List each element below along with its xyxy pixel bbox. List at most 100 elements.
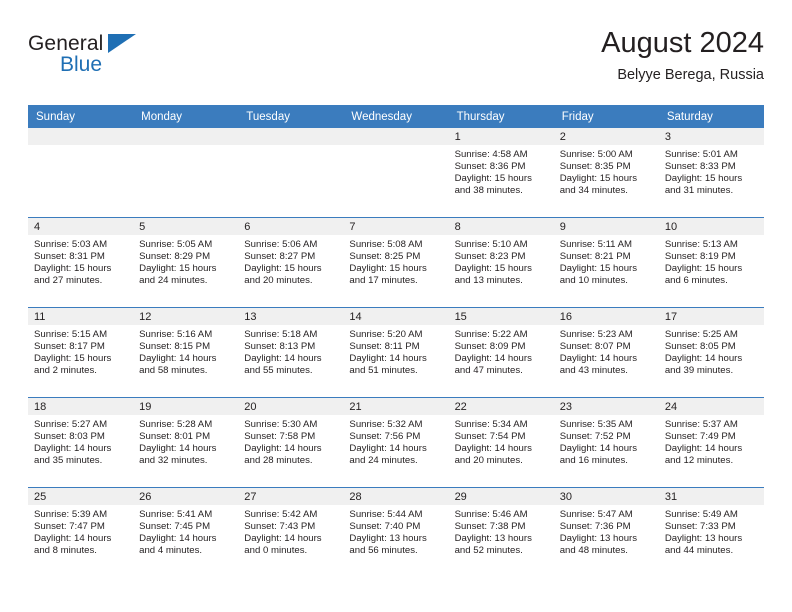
- day-detail-daylight2: and 2 minutes.: [34, 365, 97, 377]
- day-detail-daylight2: and 32 minutes.: [139, 455, 208, 467]
- calendar-day-cell[interactable]: 30 Sunrise: 5:47 AM Sunset: 7:36 PM Dayligh…: [553, 487, 659, 577]
- day-detail-sunrise: Sunrise: 5:15 AM: [34, 329, 108, 340]
- day-detail-daylight1: Daylight: 14 hours: [139, 443, 217, 455]
- calendar-day-cell[interactable]: 6 Sunrise: 5:06 AM Sunset: 8:27 PM Daylight…: [238, 217, 344, 308]
- calendar-week-row: 1 Sunrise: 4:58 AM Sunset: 8:36 PM Daylight…: [28, 128, 764, 218]
- day-detail-daylight2: and 24 minutes.: [139, 275, 208, 287]
- day-detail-daylight1: Daylight: 15 hours: [559, 263, 638, 275]
- day-details: Sunrise: 5:08 AM Sunset: 8:25 PM Daylight:…: [343, 235, 448, 287]
- day-number: 18: [28, 398, 134, 415]
- calendar-day-cell[interactable]: 12 Sunrise: 5:16 AM Sunset: 8:15 PM Dayligh…: [133, 307, 239, 398]
- day-detail-daylight2: and 58 minutes.: [139, 365, 208, 377]
- day-number: 21: [343, 398, 449, 415]
- weekday-header-row: Sunday Monday Tuesday Wednesday Thursday…: [28, 105, 764, 128]
- day-detail-sunrise: Sunrise: 5:25 AM: [664, 329, 738, 340]
- weekday-header-thursday: Thursday: [448, 105, 554, 128]
- day-detail-daylight1: Daylight: 15 hours: [34, 353, 112, 365]
- day-detail-daylight1: Daylight: 14 hours: [244, 533, 322, 545]
- day-detail-daylight2: and 28 minutes.: [244, 455, 313, 467]
- calendar-day-cell[interactable]: 3 Sunrise: 5:01 AM Sunset: 8:33 PM Daylight…: [658, 128, 764, 218]
- weekday-header-saturday: Saturday: [658, 105, 764, 128]
- day-number: [343, 128, 449, 145]
- day-detail-sunrise: Sunrise: 5:30 AM: [244, 419, 318, 430]
- day-detail-sunrise: Sunrise: 5:42 AM: [244, 509, 318, 520]
- day-detail-daylight2: and 20 minutes.: [454, 455, 523, 467]
- calendar-day-cell[interactable]: 10 Sunrise: 5:13 AM Sunset: 8:19 PM Dayligh…: [658, 217, 764, 308]
- day-detail-sunrise: Sunrise: 5:34 AM: [454, 419, 528, 430]
- day-detail-sunrise: Sunrise: 5:11 AM: [559, 239, 633, 250]
- calendar-day-cell[interactable]: 11 Sunrise: 5:15 AM Sunset: 8:17 PM Dayligh…: [28, 307, 134, 398]
- weekday-header-sunday: Sunday: [28, 105, 134, 128]
- calendar-day-cell[interactable]: 25 Sunrise: 5:39 AM Sunset: 7:47 PM Dayligh…: [28, 487, 134, 577]
- day-detail-daylight1: Daylight: 15 hours: [454, 263, 532, 275]
- day-detail-daylight1: Daylight: 13 hours: [664, 533, 743, 545]
- day-detail-daylight1: Daylight: 14 hours: [454, 353, 532, 365]
- calendar-table: Sunday Monday Tuesday Wednesday Thursday…: [28, 105, 764, 577]
- day-detail-sunrise: Sunrise: 5:27 AM: [34, 419, 108, 430]
- calendar-cell-empty: [28, 128, 134, 218]
- day-detail-sunset: Sunset: 7:49 PM: [664, 431, 736, 443]
- day-number: 28: [343, 488, 449, 505]
- calendar-day-cell[interactable]: 17 Sunrise: 5:25 AM Sunset: 8:05 PM Dayligh…: [658, 307, 764, 398]
- day-detail-sunrise: Sunrise: 5:37 AM: [664, 419, 738, 430]
- calendar-day-cell[interactable]: 1 Sunrise: 4:58 AM Sunset: 8:36 PM Daylight…: [448, 128, 554, 218]
- day-detail-sunrise: Sunrise: 5:46 AM: [454, 509, 528, 520]
- day-detail-sunset: Sunset: 8:05 PM: [664, 341, 736, 353]
- calendar-day-cell[interactable]: 21 Sunrise: 5:32 AM Sunset: 7:56 PM Dayligh…: [343, 397, 449, 488]
- day-detail-daylight1: Daylight: 14 hours: [139, 353, 217, 365]
- calendar-day-cell[interactable]: 19 Sunrise: 5:28 AM Sunset: 8:01 PM Dayligh…: [133, 397, 239, 488]
- calendar-day-cell[interactable]: 24 Sunrise: 5:37 AM Sunset: 7:49 PM Dayligh…: [658, 397, 764, 488]
- day-number: 4: [28, 218, 134, 235]
- day-details: Sunrise: 5:11 AM Sunset: 8:21 PM Daylight:…: [554, 235, 659, 287]
- calendar-day-cell[interactable]: 4 Sunrise: 5:03 AM Sunset: 8:31 PM Daylight…: [28, 217, 134, 308]
- calendar-day-cell[interactable]: 29 Sunrise: 5:46 AM Sunset: 7:38 PM Dayligh…: [448, 487, 554, 577]
- day-number: 24: [658, 398, 764, 415]
- calendar-day-cell[interactable]: 16 Sunrise: 5:23 AM Sunset: 8:07 PM Dayligh…: [553, 307, 659, 398]
- calendar-day-cell[interactable]: 27 Sunrise: 5:42 AM Sunset: 7:43 PM Dayligh…: [238, 487, 344, 577]
- day-detail-sunset: Sunset: 7:54 PM: [454, 431, 526, 443]
- calendar-day-cell[interactable]: 31 Sunrise: 5:49 AM Sunset: 7:33 PM Dayligh…: [658, 487, 764, 577]
- day-details: Sunrise: 5:42 AM Sunset: 7:43 PM Daylight:…: [238, 505, 343, 557]
- day-number: 1: [448, 128, 554, 145]
- day-detail-sunset: Sunset: 8:07 PM: [559, 341, 631, 353]
- day-details: Sunrise: 5:00 AM Sunset: 8:35 PM Daylight:…: [554, 145, 659, 197]
- calendar-day-cell[interactable]: 8 Sunrise: 5:10 AM Sunset: 8:23 PM Daylight…: [448, 217, 554, 308]
- calendar-day-cell[interactable]: 28 Sunrise: 5:44 AM Sunset: 7:40 PM Dayligh…: [343, 487, 449, 577]
- calendar-day-cell[interactable]: 20 Sunrise: 5:30 AM Sunset: 7:58 PM Dayligh…: [238, 397, 344, 488]
- day-detail-sunrise: Sunrise: 5:49 AM: [664, 509, 738, 520]
- calendar-day-cell[interactable]: 23 Sunrise: 5:35 AM Sunset: 7:52 PM Dayligh…: [553, 397, 659, 488]
- calendar-day-cell[interactable]: 26 Sunrise: 5:41 AM Sunset: 7:45 PM Dayligh…: [133, 487, 239, 577]
- calendar-day-cell[interactable]: 14 Sunrise: 5:20 AM Sunset: 8:11 PM Dayligh…: [343, 307, 449, 398]
- day-number: 26: [133, 488, 239, 505]
- day-detail-sunset: Sunset: 7:33 PM: [664, 521, 736, 533]
- day-detail-sunset: Sunset: 8:17 PM: [34, 341, 105, 353]
- calendar-day-cell[interactable]: 15 Sunrise: 5:22 AM Sunset: 8:09 PM Dayligh…: [448, 307, 554, 398]
- calendar-day-cell[interactable]: 2 Sunrise: 5:00 AM Sunset: 8:35 PM Daylight…: [553, 128, 659, 218]
- calendar-day-cell[interactable]: 9 Sunrise: 5:11 AM Sunset: 8:21 PM Daylight…: [553, 217, 659, 308]
- day-details: Sunrise: 5:46 AM Sunset: 7:38 PM Daylight:…: [449, 505, 554, 557]
- calendar-week-row: 11 Sunrise: 5:15 AM Sunset: 8:17 PM Dayligh…: [28, 307, 764, 398]
- day-detail-sunrise: Sunrise: 5:00 AM: [559, 149, 633, 160]
- day-details: Sunrise: 5:10 AM Sunset: 8:23 PM Daylight:…: [449, 235, 554, 287]
- day-detail-daylight2: and 13 minutes.: [454, 275, 523, 287]
- calendar-day-cell[interactable]: 5 Sunrise: 5:05 AM Sunset: 8:29 PM Daylight…: [133, 217, 239, 308]
- day-detail-daylight2: and 43 minutes.: [559, 365, 628, 377]
- day-number: 2: [553, 128, 659, 145]
- calendar-day-cell[interactable]: 22 Sunrise: 5:34 AM Sunset: 7:54 PM Dayligh…: [448, 397, 554, 488]
- day-number: 6: [238, 218, 344, 235]
- calendar-day-cell[interactable]: 18 Sunrise: 5:27 AM Sunset: 8:03 PM Dayligh…: [28, 397, 134, 488]
- calendar-day-cell[interactable]: 7 Sunrise: 5:08 AM Sunset: 8:25 PM Daylight…: [343, 217, 449, 308]
- day-number: 5: [133, 218, 239, 235]
- day-details: Sunrise: 5:06 AM Sunset: 8:27 PM Daylight:…: [238, 235, 343, 287]
- day-detail-sunset: Sunset: 8:35 PM: [559, 161, 631, 173]
- day-detail-sunrise: Sunrise: 5:20 AM: [349, 329, 423, 340]
- day-detail-sunset: Sunset: 7:58 PM: [244, 431, 316, 443]
- day-number: 10: [658, 218, 764, 235]
- day-detail-sunset: Sunset: 8:21 PM: [559, 251, 631, 263]
- day-detail-daylight2: and 4 minutes.: [139, 545, 203, 557]
- day-detail-daylight1: Daylight: 14 hours: [139, 533, 217, 545]
- calendar-day-cell[interactable]: 13 Sunrise: 5:18 AM Sunset: 8:13 PM Dayligh…: [238, 307, 344, 398]
- day-detail-daylight2: and 38 minutes.: [454, 185, 523, 197]
- day-detail-sunset: Sunset: 7:36 PM: [559, 521, 631, 533]
- day-detail-daylight2: and 52 minutes.: [454, 545, 523, 557]
